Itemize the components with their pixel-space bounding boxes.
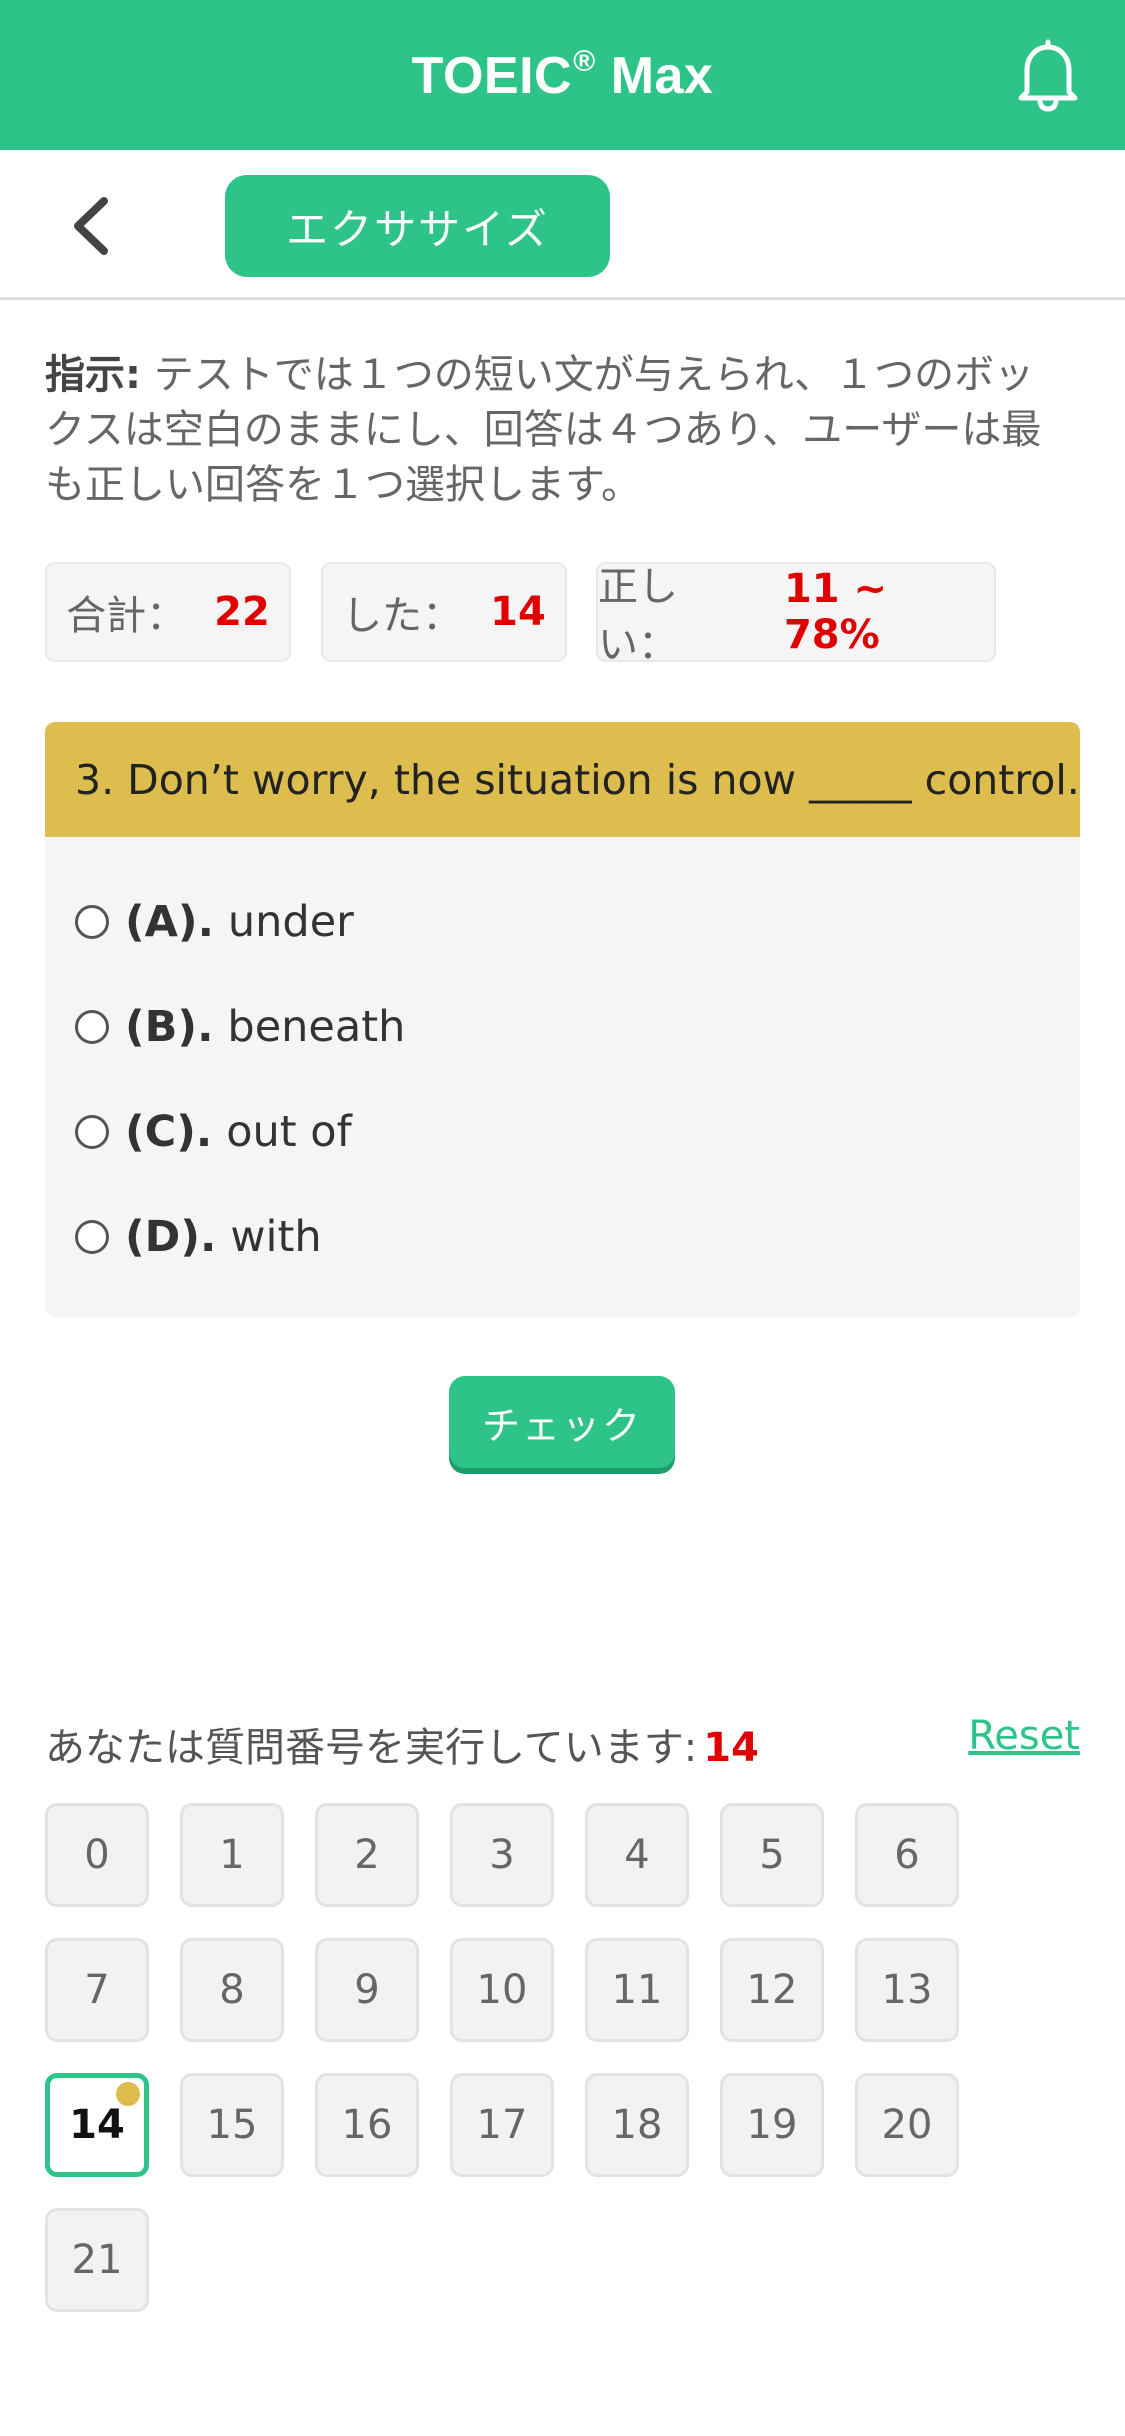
- question-number-button[interactable]: 8: [180, 1938, 284, 2042]
- question-number-label: 10: [476, 1967, 528, 2013]
- stat-correct: 正しい： 11 ~ 78%: [596, 562, 996, 668]
- question-number-button[interactable]: 19: [720, 2073, 824, 2177]
- question-number-label: 11: [611, 1967, 663, 2013]
- question-number-button[interactable]: 6: [855, 1803, 959, 1907]
- current-question-label: あなたは質問番号を実行しています: 14: [45, 1715, 759, 1773]
- option-letter: (A).: [125, 897, 214, 947]
- instructions: 指示: テストでは１つの短い文が与えられ、１つのボックスは空白のままにし、回答は…: [45, 348, 1065, 513]
- option-d[interactable]: (D). with: [75, 1207, 322, 1267]
- option-text: with: [230, 1212, 322, 1262]
- check-button[interactable]: チェック: [449, 1376, 675, 1468]
- question-number-label: 15: [206, 2102, 258, 2148]
- stat-done: した： 14: [321, 562, 567, 662]
- question-number-label: 4: [624, 1832, 650, 1878]
- question-number-label: 2: [354, 1832, 380, 1878]
- question-number-button[interactable]: 16: [315, 2073, 419, 2177]
- option-b[interactable]: (B). beneath: [75, 997, 405, 1057]
- question-number-button[interactable]: 9: [315, 1938, 419, 2042]
- option-letter: (B).: [125, 1002, 214, 1052]
- question-number-label: 18: [611, 2102, 663, 2148]
- question-number-button[interactable]: 10: [450, 1938, 554, 2042]
- question-number-button[interactable]: 2: [315, 1803, 419, 1907]
- current-marker-dot: [116, 2082, 140, 2106]
- radio-button[interactable]: [75, 1115, 109, 1149]
- sub-header: エクササイズ: [0, 150, 1125, 300]
- question-number-label: 0: [84, 1832, 110, 1878]
- stat-total: 合計： 22: [45, 562, 291, 662]
- chevron-left-icon: [74, 197, 108, 255]
- question-number-button[interactable]: 20: [855, 2073, 959, 2177]
- question-number-button[interactable]: 5: [720, 1803, 824, 1907]
- stat-correct-value: 11 ~ 78%: [783, 566, 888, 658]
- radio-button[interactable]: [75, 1010, 109, 1044]
- question-number-label: 9: [354, 1967, 380, 2013]
- instructions-label: 指示:: [45, 352, 141, 398]
- question-number-button[interactable]: 15: [180, 2073, 284, 2177]
- app-suffix: Max: [610, 46, 714, 105]
- app-header: TOEIC® Max: [0, 0, 1125, 150]
- question-number-button[interactable]: 1: [180, 1803, 284, 1907]
- question-number-button[interactable]: 4: [585, 1803, 689, 1907]
- question-number-label: 21: [71, 2237, 123, 2283]
- question-number-button[interactable]: 0: [45, 1803, 149, 1907]
- registered-mark: ®: [573, 44, 596, 78]
- question-number-label: 5: [759, 1832, 785, 1878]
- question-number-button[interactable]: 7: [45, 1938, 149, 2042]
- current-question-text: あなたは質問番号を実行しています:: [45, 1725, 698, 1771]
- question-number-label: 19: [746, 2102, 798, 2148]
- question-number-label: 14: [69, 2102, 125, 2148]
- question-text: 3. Don’t worry, the situation is now ___…: [45, 722, 1080, 837]
- back-button[interactable]: [62, 196, 118, 256]
- stat-done-label: した：: [342, 593, 463, 639]
- question-number-button[interactable]: 17: [450, 2073, 554, 2177]
- option-letter: (C).: [125, 1107, 213, 1157]
- radio-button[interactable]: [75, 1220, 109, 1254]
- question-number-label: 6: [894, 1832, 920, 1878]
- question-number-label: 7: [84, 1967, 110, 2013]
- question-number-button[interactable]: 11: [585, 1938, 689, 2042]
- question-number-button[interactable]: 3: [450, 1803, 554, 1907]
- question-number-button[interactable]: 12: [720, 1938, 824, 2042]
- instructions-text: テストでは１つの短い文が与えられ、１つのボックスは空白のままにし、回答は４つあり…: [45, 352, 1042, 508]
- question-number-label: 12: [746, 1967, 798, 2013]
- stat-done-value: 14: [490, 589, 546, 635]
- radio-button[interactable]: [75, 905, 109, 939]
- option-c[interactable]: (C). out of: [75, 1102, 352, 1162]
- current-question-number: 14: [703, 1725, 759, 1771]
- question-number-label: 17: [476, 2102, 528, 2148]
- option-letter: (D).: [125, 1212, 217, 1262]
- reset-link[interactable]: Reset: [968, 1713, 1080, 1759]
- option-text: out of: [226, 1107, 352, 1157]
- bell-icon[interactable]: [1013, 38, 1083, 112]
- app-title: TOEIC® Max: [412, 45, 714, 106]
- question-number-label: 13: [881, 1967, 933, 2013]
- question-number-label: 3: [489, 1832, 515, 1878]
- question-number-button[interactable]: 14: [45, 2073, 149, 2177]
- question-card: 3. Don’t worry, the situation is now ___…: [45, 722, 1080, 1317]
- stat-correct-label: 正しい：: [598, 564, 678, 668]
- tab-exercise[interactable]: エクササイズ: [225, 175, 610, 277]
- option-text: under: [227, 897, 354, 947]
- question-number-label: 1: [219, 1832, 245, 1878]
- question-number-button[interactable]: 21: [45, 2208, 149, 2312]
- question-number-button[interactable]: 18: [585, 2073, 689, 2177]
- stat-total-label: 合計：: [66, 593, 187, 639]
- question-number-button[interactable]: 13: [855, 1938, 959, 2042]
- question-number-label: 16: [341, 2102, 393, 2148]
- stat-total-value: 22: [214, 589, 270, 635]
- option-a[interactable]: (A). under: [75, 892, 354, 952]
- question-number-label: 20: [881, 2102, 933, 2148]
- option-text: beneath: [227, 1002, 406, 1052]
- question-number-label: 8: [219, 1967, 245, 2013]
- app-name: TOEIC: [411, 46, 573, 105]
